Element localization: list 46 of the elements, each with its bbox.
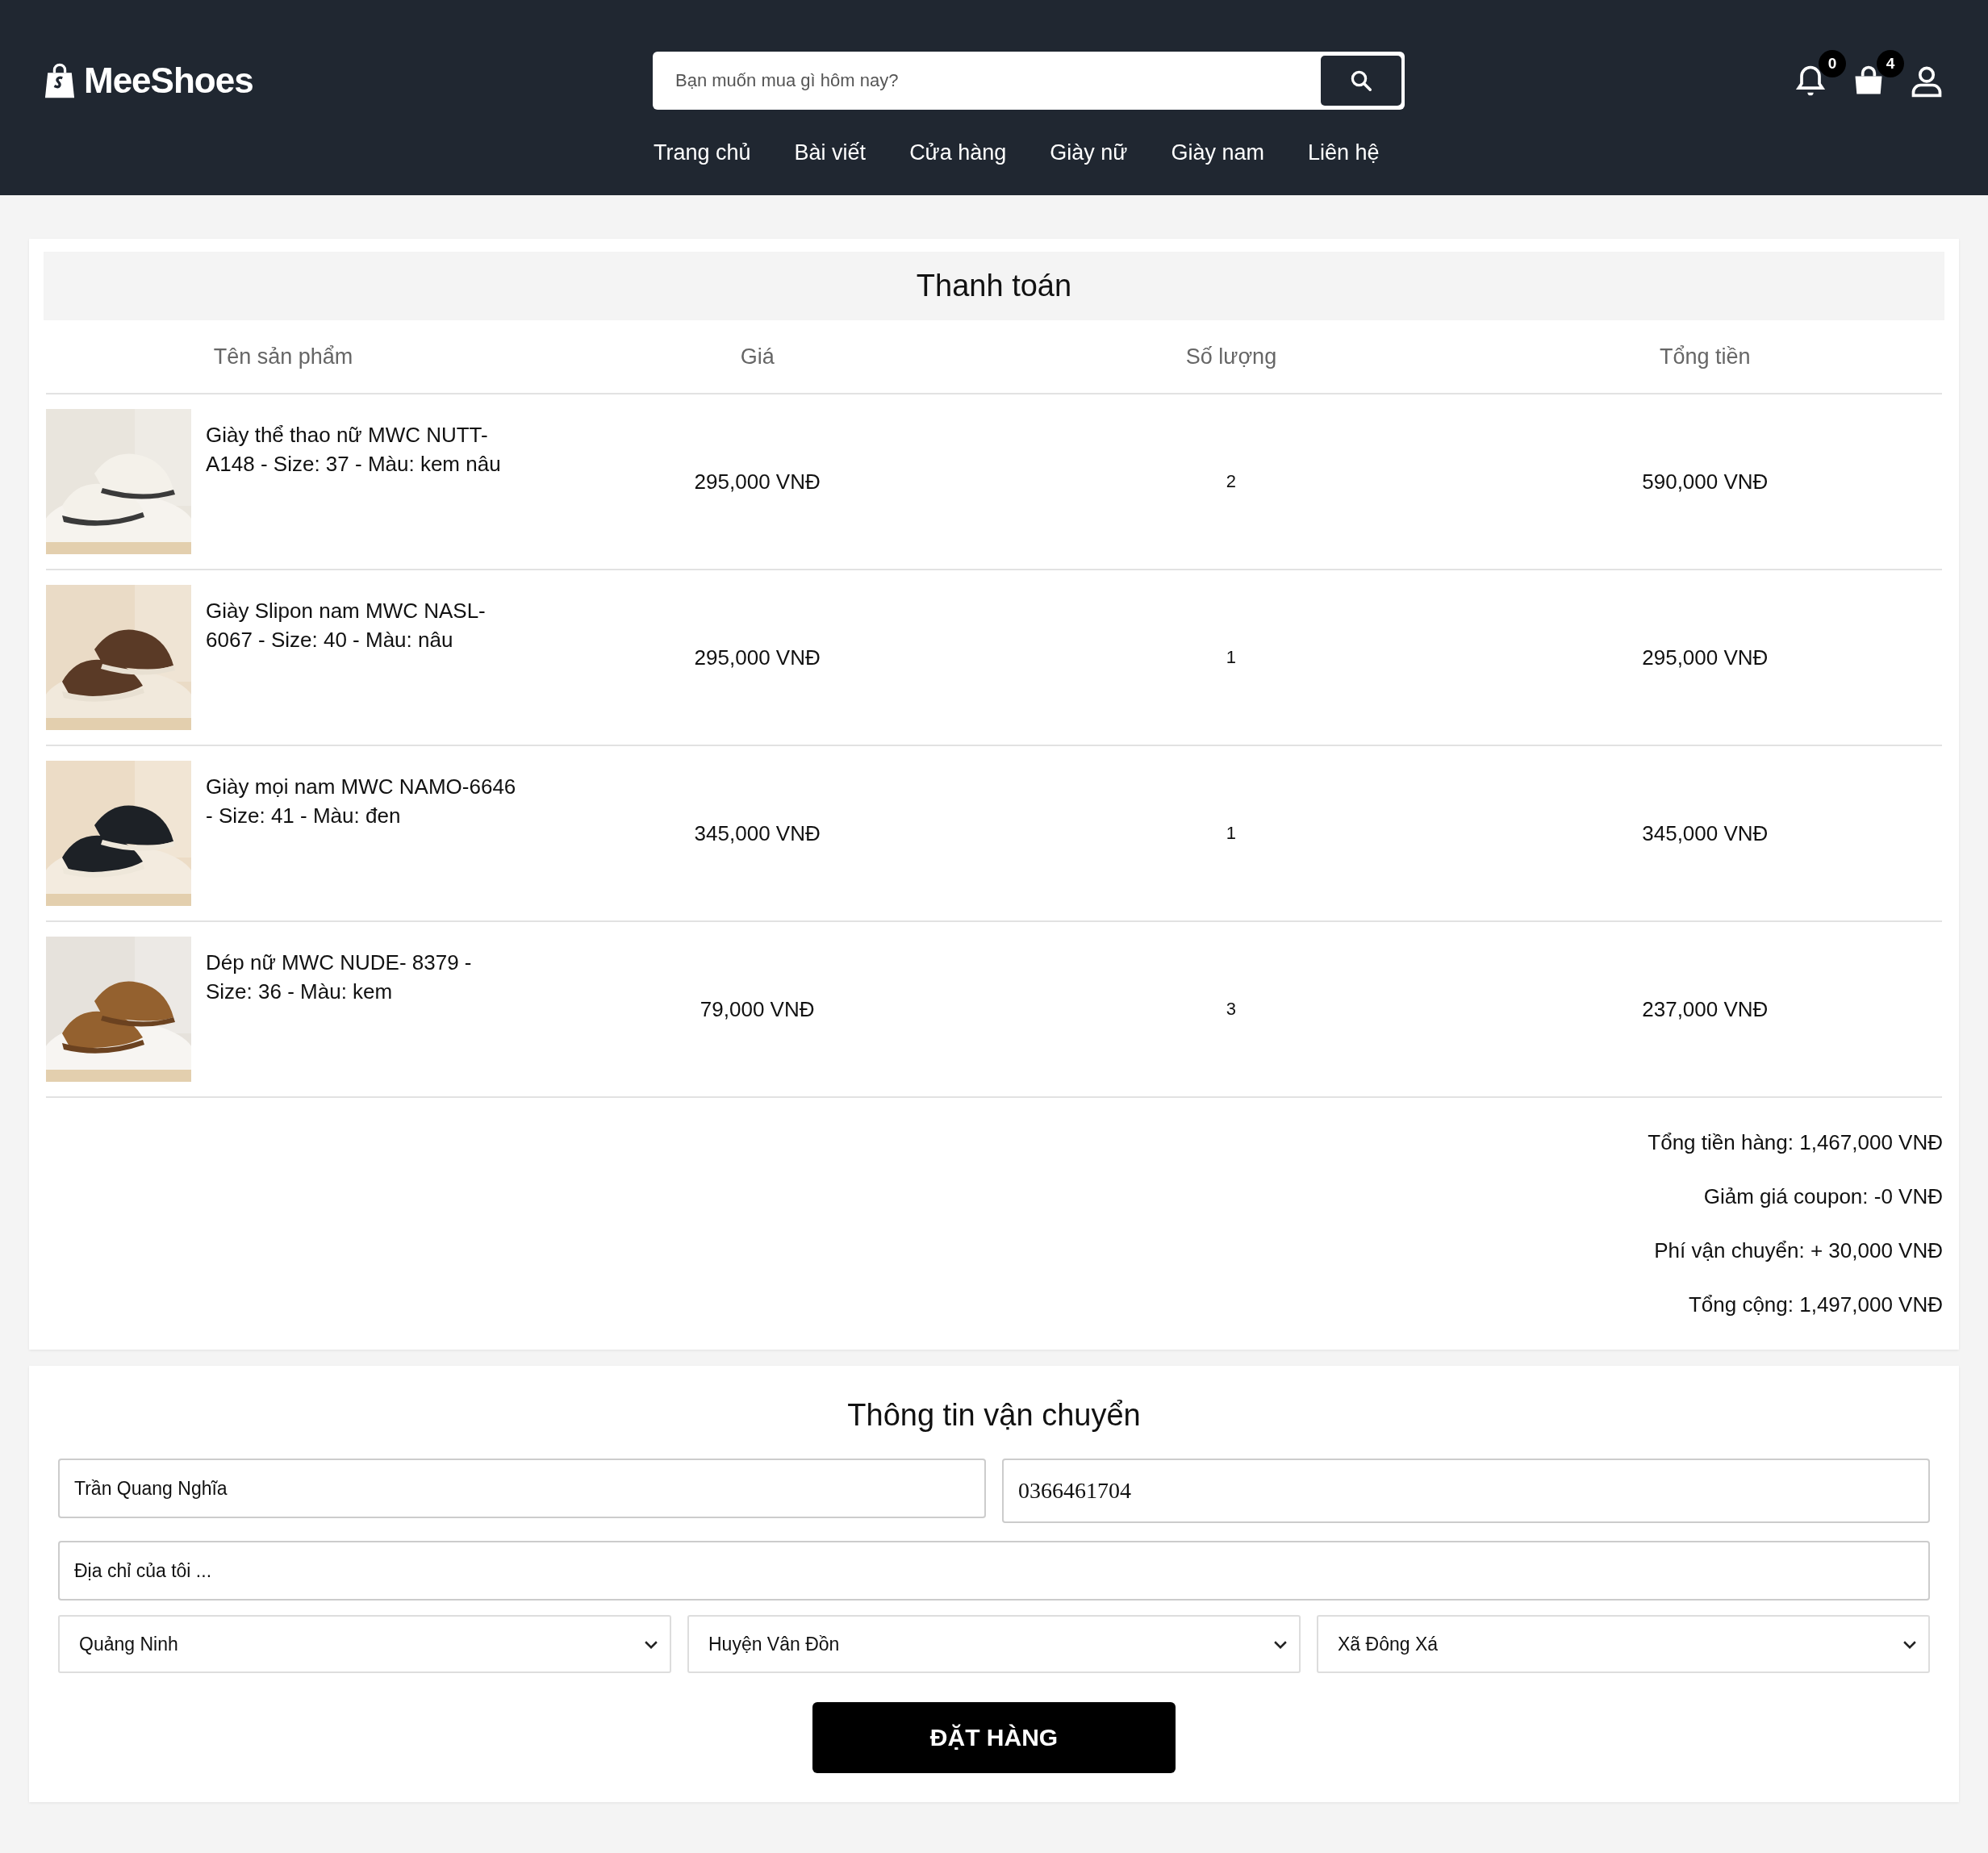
district-select[interactable]: Huyện Vân Đồn	[687, 1615, 1301, 1673]
search-bar[interactable]: Bạn muốn mua gì hôm nay?	[653, 52, 1405, 110]
cart-count: 4	[1877, 50, 1904, 77]
logo-text[interactable]: MeeShoes	[84, 61, 253, 101]
price: 295,000 VNĐ	[694, 469, 821, 495]
quantity: 3	[1226, 999, 1237, 1020]
place-order-button[interactable]: ĐẶT HÀNG	[812, 1702, 1176, 1773]
name-field[interactable]: Trần Quang Nghĩa	[58, 1459, 986, 1518]
price: 295,000 VNĐ	[694, 645, 821, 670]
summary-line: Tổng tiền hàng: 1,467,000 VNĐ	[1648, 1130, 1943, 1155]
price: 79,000 VNĐ	[700, 996, 815, 1022]
quantity: 1	[1226, 647, 1237, 668]
nav-link[interactable]: Bài viết	[794, 140, 867, 165]
summary-line: Phí vận chuyển: + 30,000 VNĐ	[1654, 1238, 1943, 1263]
column-header: Số lượng	[1184, 344, 1278, 369]
nav-link[interactable]: Trang chủ	[654, 140, 751, 165]
notification-count: 0	[1819, 50, 1846, 77]
line-total: 590,000 VNĐ	[1642, 469, 1769, 495]
province-select[interactable]: Quảng Ninh	[58, 1615, 671, 1673]
quantity: 1	[1226, 823, 1237, 844]
ward-select[interactable]: Xã Đông Xá	[1317, 1615, 1930, 1673]
shopping-bag-icon	[44, 62, 76, 99]
phone-field[interactable]: 0366461704	[1002, 1459, 1930, 1523]
nav-link[interactable]: Liên hệ	[1307, 140, 1380, 165]
search-button[interactable]	[1321, 56, 1401, 106]
search-icon	[1349, 69, 1373, 93]
line-total: 237,000 VNĐ	[1642, 996, 1769, 1022]
price: 345,000 VNĐ	[694, 820, 821, 846]
address-field[interactable]: Địa chỉ của tôi ...	[58, 1541, 1930, 1601]
summary-line: Giảm giá coupon: -0 VNĐ	[1703, 1184, 1943, 1209]
nav-link[interactable]: Giày nữ	[1050, 140, 1128, 165]
product-name: Dép nữ MWC NUDE- 8379 - Size: 36 - Màu: kem	[206, 949, 473, 1005]
product-name: Giày thể thao nữ MWC NUTT-A148 - Size: 37 - Màu: kem nâu	[206, 422, 502, 478]
shipping-title: Thông tin vận chuyển	[846, 1398, 1142, 1433]
checkout-title: Thanh toán	[44, 252, 1944, 320]
quantity: 2	[1226, 471, 1237, 492]
column-header: Tổng tiền	[1659, 344, 1752, 369]
line-total: 345,000 VNĐ	[1642, 820, 1769, 846]
nav-link[interactable]: Cửa hàng	[909, 140, 1007, 165]
line-total: 295,000 VNĐ	[1642, 645, 1769, 670]
nav-link[interactable]: Giày nam	[1171, 140, 1264, 165]
product-name: Giày mọi nam MWC NAMO-6646 - Size: 41 - Màu: đen	[206, 774, 517, 829]
column-header: Tên sản phẩm	[212, 344, 354, 369]
column-header: Giá	[739, 344, 775, 369]
product-name: Giày Slipon nam MWC NASL-6067 - Size: 40 - Màu: nâu	[206, 598, 487, 653]
summary-line: Tổng cộng: 1,497,000 VNĐ	[1688, 1292, 1943, 1317]
